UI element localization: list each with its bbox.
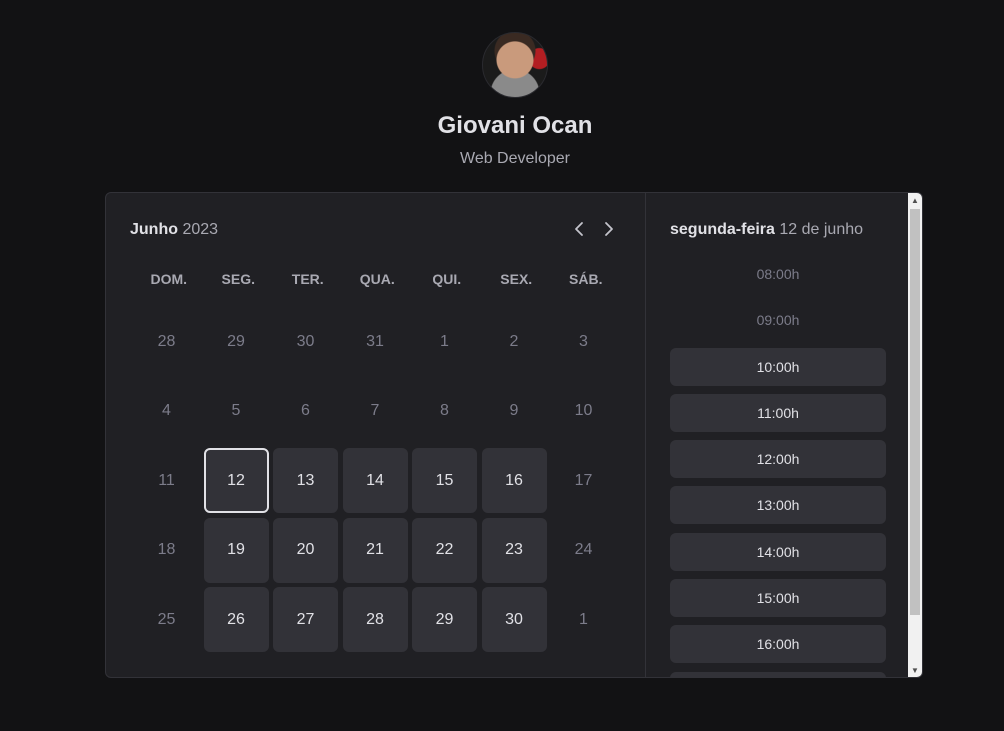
calendar-day[interactable]: 16 <box>481 448 547 513</box>
calendar-day: 5 <box>231 402 241 419</box>
calendar-day: 29 <box>227 332 245 350</box>
chevron-right-icon <box>605 222 613 236</box>
time-slot-list: 08:00h 09:00h 10:00h 11:00h 12:00h 13:00h 14:0… <box>670 255 886 677</box>
time-slot[interactable]: 16:00h <box>670 625 886 664</box>
calendar-year: 2023 <box>182 221 219 238</box>
profile-header: Giovani Ocan Web Developer <box>0 32 1004 168</box>
scrollbar-thumb[interactable] <box>910 209 920 615</box>
calendar-day: 10 <box>574 402 593 419</box>
weekday-label: DOM. <box>150 271 188 287</box>
calendar-day[interactable]: 15 <box>412 448 477 513</box>
calendar-day: 30 <box>296 332 315 350</box>
calendar-day[interactable]: 14 <box>342 448 408 513</box>
next-month-button[interactable] <box>600 219 618 239</box>
calendar-day[interactable]: 22 <box>412 517 477 583</box>
prev-month-button[interactable] <box>570 219 588 239</box>
calendar-day: 4 <box>162 402 171 419</box>
weekday-header-row: DOM. SEG. TER. QUA. QUI. SEX. SÁB. <box>134 271 646 287</box>
calendar-day[interactable]: 21 <box>342 517 408 583</box>
time-slot[interactable]: 15:00h <box>670 579 886 618</box>
calendar-header: Junho 2023 <box>130 221 618 241</box>
profile-name: Giovani Ocan <box>437 112 593 139</box>
calendar-week-row: 11 12 13 14 15 16 17 <box>134 448 646 518</box>
time-slot[interactable] <box>670 671 886 677</box>
weekday-label: SEG. <box>221 271 255 287</box>
selected-date: 12 de junho <box>779 221 864 238</box>
scroll-down-arrow-icon[interactable]: ▼ <box>908 663 922 677</box>
calendar-day: 1 <box>440 332 449 350</box>
avatar <box>482 32 548 98</box>
calendar-day: 3 <box>579 332 588 350</box>
chevron-left-icon <box>575 222 583 236</box>
calendar-day[interactable]: 26 <box>203 587 269 652</box>
time-slot[interactable]: 13:00h <box>670 486 886 525</box>
calendar-day: 18 <box>157 541 176 558</box>
time-slot[interactable]: 14:00h <box>670 532 886 571</box>
calendar-day: 25 <box>157 610 176 628</box>
selected-weekday: segunda-feira <box>670 221 775 238</box>
calendar-week-row: 28 29 30 31 1 2 3 <box>134 309 646 379</box>
calendar-day[interactable]: 20 <box>273 517 338 583</box>
calendar-day[interactable]: 23 <box>481 517 547 583</box>
time-slot: 08:00h <box>756 266 800 282</box>
time-slot: 09:00h <box>756 312 800 329</box>
calendar-grid: 28 29 30 31 1 2 3 4 5 6 7 8 9 10 11 12 13 14 15 16 17 18 19 20 2… <box>134 309 646 657</box>
calendar-day: 1 <box>579 610 588 628</box>
time-picker: segunda-feira 12 de junho 08:00h 09:00h 10… <box>646 193 908 677</box>
calendar-day: 17 <box>574 471 593 489</box>
scroll-up-arrow-icon[interactable]: ▲ <box>908 193 922 207</box>
weekday-label: SÁB. <box>569 271 603 287</box>
calendar-day[interactable]: 13 <box>273 448 338 513</box>
calendar-day: 11 <box>158 471 175 489</box>
calendar-day[interactable]: 27 <box>273 587 338 652</box>
time-slot[interactable]: 12:00h <box>670 440 886 479</box>
calendar-day: 7 <box>370 402 380 419</box>
calendar-day: 9 <box>509 402 519 419</box>
scheduling-panel: Junho 2023 DOM. SEG. TER. QUA. QUI. SEX. SÁB. … <box>105 192 923 678</box>
scrollbar[interactable]: ▲ ▼ <box>908 193 922 677</box>
time-slot[interactable]: 11:00h <box>670 393 886 432</box>
calendar: Junho 2023 DOM. SEG. TER. QUA. QUI. SEX. SÁB. … <box>106 193 646 677</box>
time-picker-header: segunda-feira 12 de junho <box>670 221 863 239</box>
calendar-week-row: 18 19 20 21 22 23 24 <box>134 517 646 588</box>
calendar-day[interactable]: 28 <box>342 587 408 652</box>
calendar-day: 2 <box>509 332 519 350</box>
weekday-label: QUA. <box>359 271 395 287</box>
calendar-day[interactable]: 30 <box>481 587 547 652</box>
time-slot[interactable]: 10:00h <box>670 347 886 386</box>
calendar-week-row: 4 5 6 7 8 9 10 <box>134 379 646 449</box>
calendar-day: 31 <box>366 332 384 350</box>
calendar-week-row: 25 26 27 28 29 30 1 <box>134 587 646 657</box>
weekday-label: SEX. <box>500 271 533 287</box>
calendar-day: 8 <box>440 402 449 419</box>
weekday-label: TER. <box>291 271 324 287</box>
profile-role: Web Developer <box>460 150 570 167</box>
calendar-day: 28 <box>157 332 176 350</box>
calendar-day-selected[interactable]: 12 <box>203 448 269 513</box>
calendar-nav <box>570 219 618 239</box>
weekday-label: QUI. <box>432 271 462 287</box>
calendar-day: 6 <box>301 402 310 419</box>
calendar-month: Junho <box>130 221 178 238</box>
calendar-day[interactable]: 19 <box>203 517 269 583</box>
calendar-day: 24 <box>574 541 593 558</box>
calendar-day[interactable]: 29 <box>412 587 477 652</box>
